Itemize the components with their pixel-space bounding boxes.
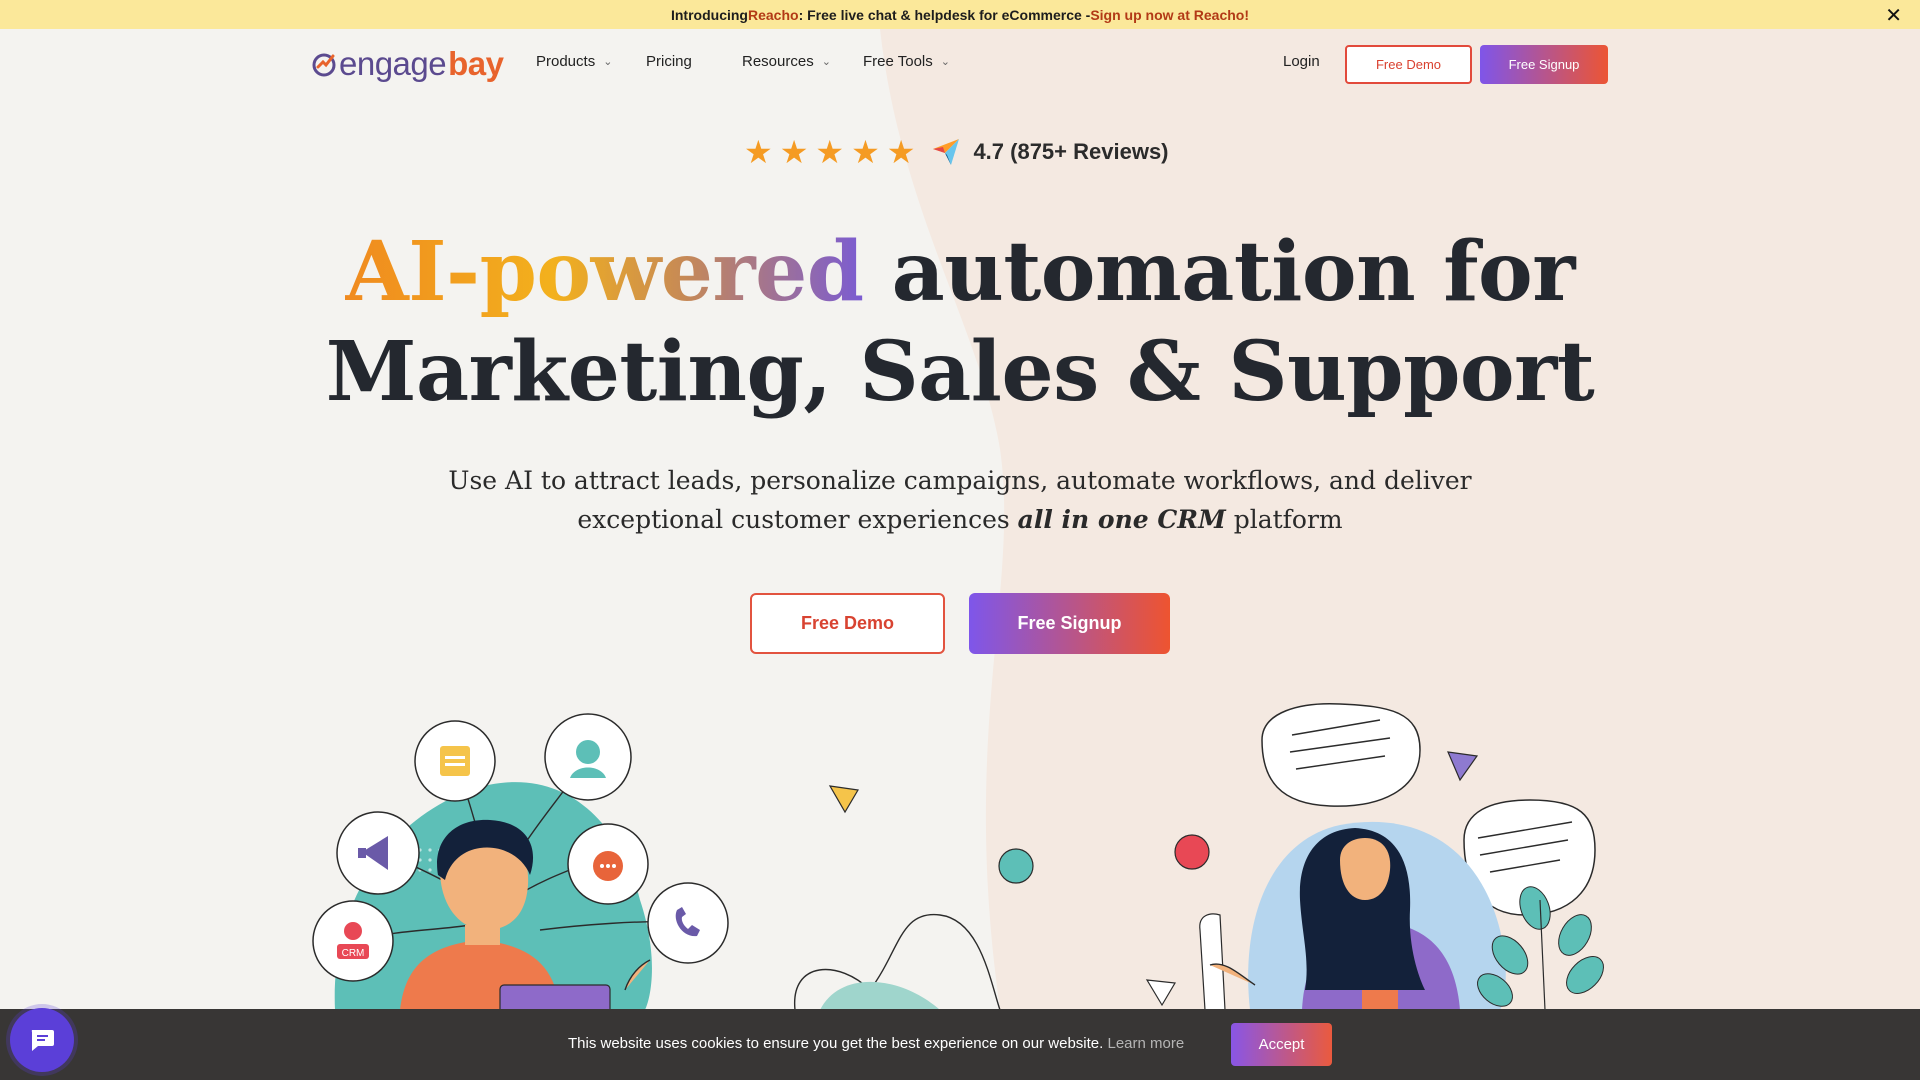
star-rating: ★ ★ ★ ★ ★ — [744, 136, 915, 168]
cookie-learn-more-link[interactable]: Learn more — [1107, 1035, 1184, 1052]
chat-widget-button[interactable] — [10, 1008, 74, 1072]
headline-highlight: AI-powered — [345, 224, 864, 320]
star-icon: ★ — [851, 134, 880, 170]
login-link[interactable]: Login — [1283, 53, 1320, 70]
logo-text-engage: engage — [339, 45, 447, 82]
chat-bubble-icon — [31, 1030, 54, 1051]
banner-intro: Introducing — [670, 6, 748, 23]
login-label: Login — [1283, 53, 1320, 70]
nav-products-label: Products — [536, 53, 596, 70]
nav-resources[interactable]: Resources ⌄ — [742, 53, 831, 70]
nav-free-signup-button[interactable]: Free Signup — [1480, 45, 1608, 84]
banner-middle: : Free live chat & helpdesk for eCommerc… — [798, 6, 1091, 23]
nav-free-tools[interactable]: Free Tools ⌄ — [863, 53, 950, 70]
subtext-line2-post: platform — [1225, 505, 1343, 534]
nav-products[interactable]: Products ⌄ — [536, 53, 612, 70]
headline-rest: automation for — [863, 224, 1576, 320]
nav-pricing-label: Pricing — [646, 53, 692, 70]
hero-subtext: Use AI to attract leads, personalize cam… — [0, 461, 1920, 539]
logo-text-bay: bay — [448, 45, 504, 82]
chevron-down-icon: ⌄ — [821, 56, 831, 68]
subtext-line2-pre: exceptional customer experiences — [577, 505, 1018, 534]
banner-brand-link[interactable]: Reacho — [748, 7, 799, 23]
cookie-consent-bar: This website uses cookies to ensure you … — [0, 1009, 1920, 1080]
close-icon[interactable]: ✕ — [1885, 3, 1902, 28]
star-icon: ★ — [815, 134, 845, 170]
chevron-down-icon: ⌄ — [603, 56, 613, 68]
capterra-icon — [933, 139, 960, 165]
chevron-down-icon: ⌄ — [940, 56, 950, 68]
hero-free-signup-button[interactable]: Free Signup — [969, 593, 1170, 654]
banner-signup-link[interactable]: Sign up now at Reacho! — [1090, 7, 1249, 23]
rating-text: 4.7 (875+ Reviews) — [973, 139, 1169, 164]
nav-free-tools-label: Free Tools — [863, 53, 933, 70]
headline-line2: Marketing, Sales & Support — [325, 324, 1595, 420]
star-icon: ★ — [886, 134, 916, 170]
hero-headline: AI-powered automation for Marketing, Sal… — [0, 222, 1920, 422]
engagebay-logo[interactable]: engage bay — [311, 45, 504, 83]
nav-pricing[interactable]: Pricing — [646, 53, 692, 70]
nav-free-demo-button[interactable]: Free Demo — [1345, 45, 1472, 84]
logo-mark-icon — [312, 53, 336, 77]
star-icon: ★ — [779, 134, 809, 170]
main-navigation: engage bay Products ⌄ Pricing Resources ⌄… — [0, 29, 1920, 99]
subtext-emphasis: all in one CRM — [1017, 505, 1226, 534]
hero-free-demo-button[interactable]: Free Demo — [750, 593, 945, 654]
cookie-message: This website uses cookies to ensure you … — [568, 1035, 1184, 1052]
cookie-accept-button[interactable]: Accept — [1231, 1023, 1332, 1066]
nav-resources-label: Resources — [742, 53, 814, 70]
rating-summary: ★ ★ ★ ★ ★ 4.7 (875+ Reviews) — [744, 136, 1169, 168]
subtext-line1: Use AI to attract leads, personalize cam… — [448, 466, 1472, 495]
announcement-banner: Introducing Reacho : Free live chat & he… — [0, 0, 1920, 29]
star-icon: ★ — [744, 134, 773, 170]
cookie-text: This website uses cookies to ensure you … — [568, 1035, 1104, 1052]
